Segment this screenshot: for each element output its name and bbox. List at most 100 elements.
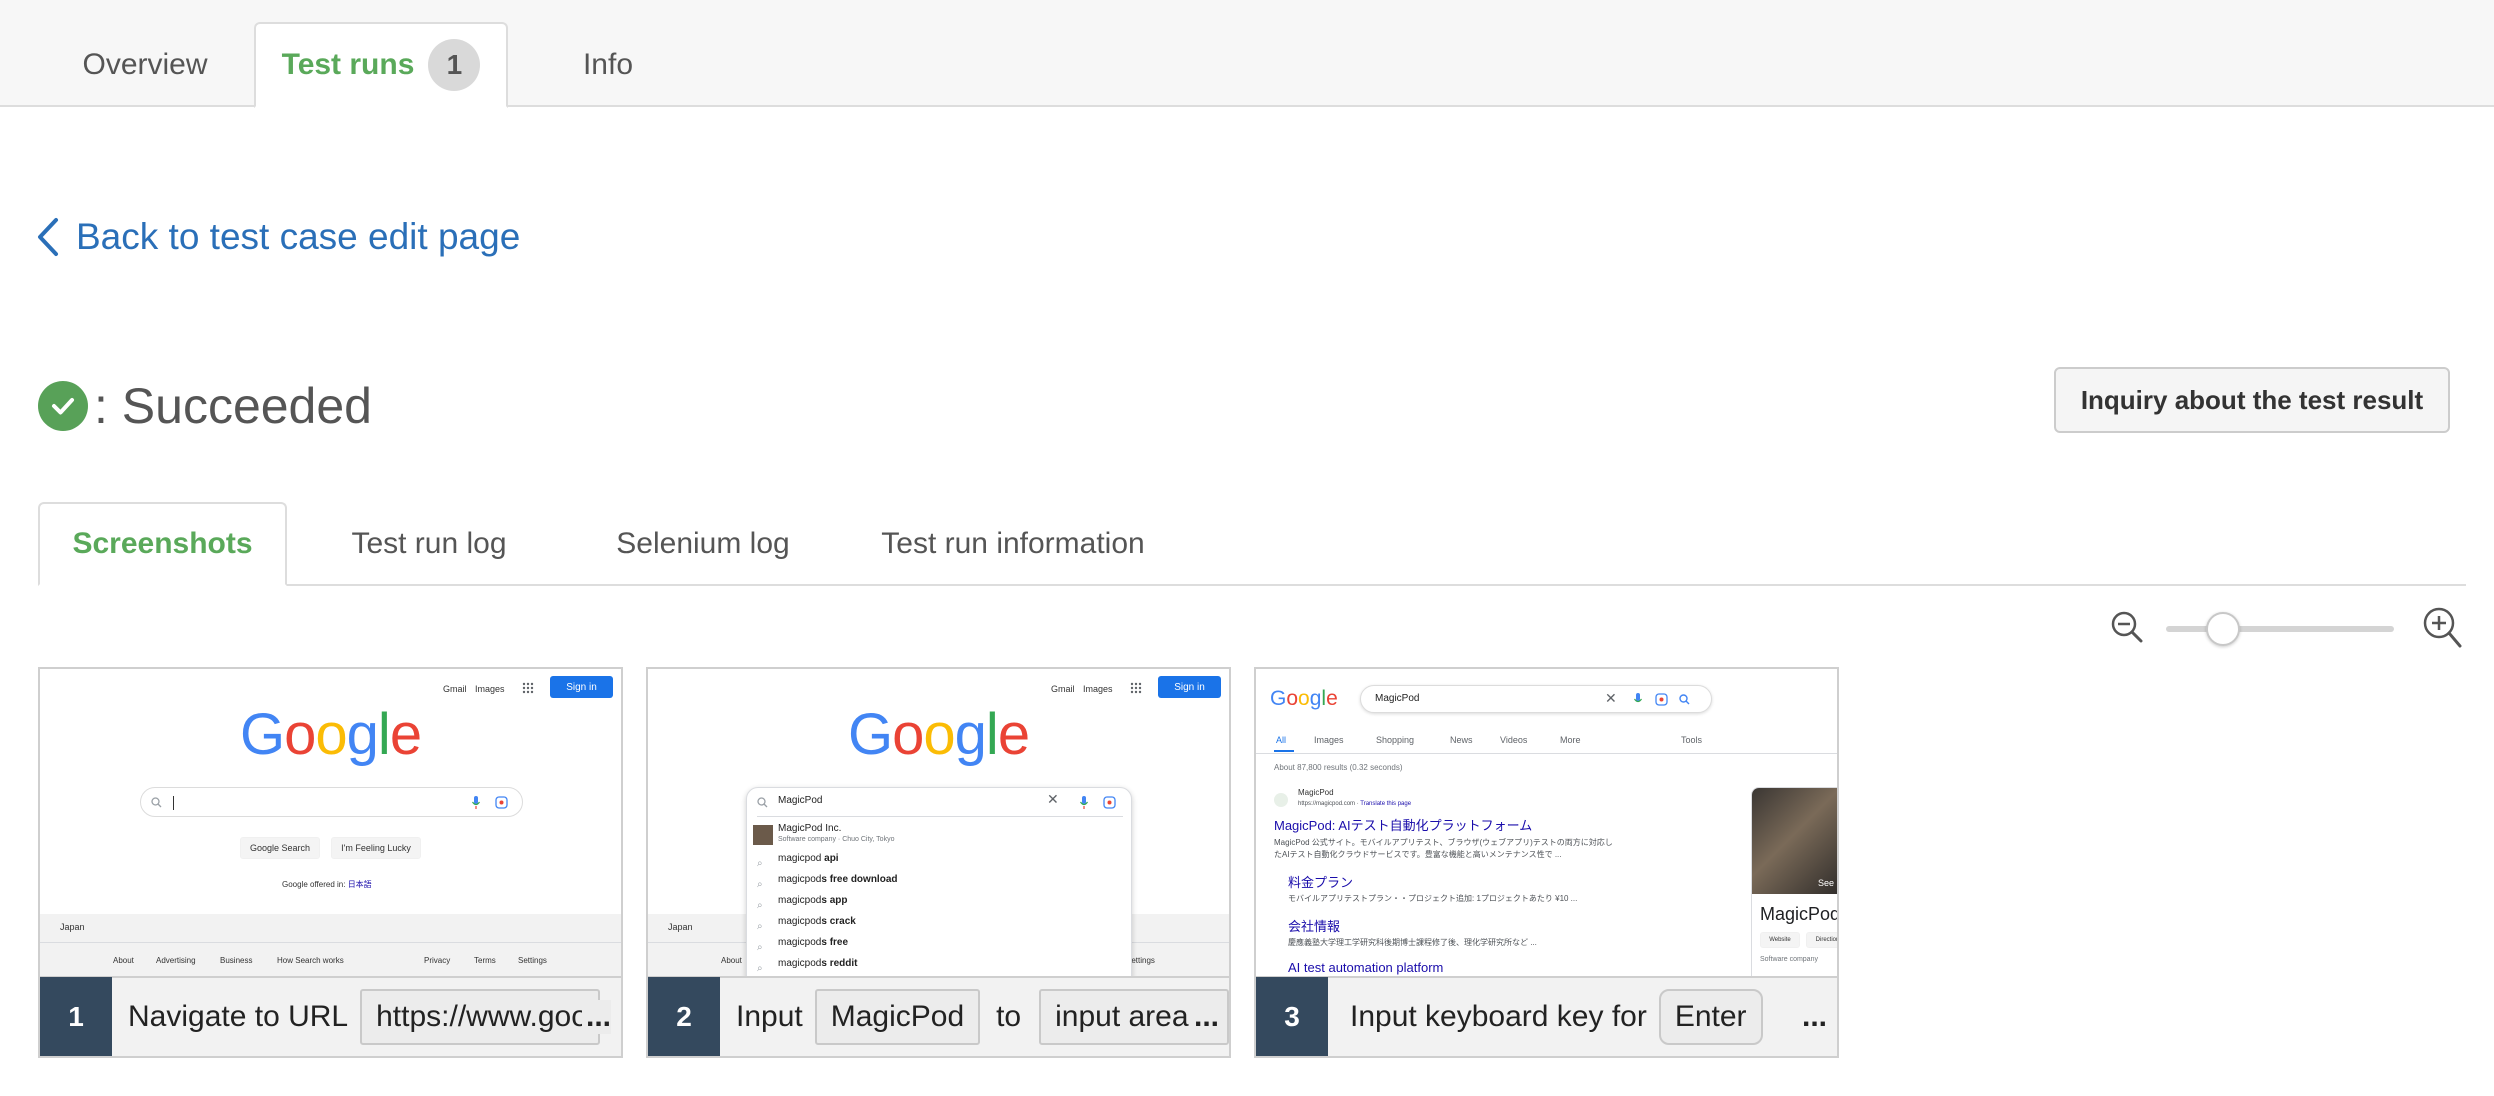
google-logo: Google [1270, 687, 1338, 710]
status-text: : Succeeded [94, 378, 372, 434]
thumb-offered-in: Google offered in: 日本語 [282, 880, 372, 889]
lens-icon [495, 796, 508, 809]
thumb-images-link: Images [1083, 684, 1113, 694]
thumb-footer-link: Business [220, 956, 253, 965]
step-param-value: MagicPod [814, 989, 981, 1045]
thumb-result-stats: About 87,800 results (0.32 seconds) [1274, 763, 1403, 772]
mic-icon [1634, 693, 1642, 703]
step-command: Input keyboard key for [1350, 1000, 1647, 1033]
screenshot-card-1[interactable]: Gmail Images Sign in Google Google Searc… [38, 667, 623, 1058]
thumb-sublink-title: 料金プラン [1288, 875, 1354, 890]
thumb-google-search-button: Google Search [240, 837, 320, 859]
thumb-gmail-link: Gmail [443, 684, 467, 694]
run-status: : Succeeded [38, 378, 372, 434]
step-param-url: https://www.google.co.jp/ [360, 989, 601, 1045]
thumb-footer-link: Privacy [424, 956, 451, 965]
zoom-out-icon[interactable] [2110, 610, 2146, 651]
thumb-gmail-link: Gmail [1051, 684, 1075, 694]
inquiry-button[interactable]: Inquiry about the test result [2054, 367, 2450, 433]
thumb-autocomplete-dropdown: MagicPod ✕ MagicPod Inc. Software compan… [746, 787, 1132, 976]
thumb-panel-website: Website [1760, 932, 1800, 948]
thumb-sublink-desc: モバイルアプリテストプラン・・プロジェクト追加: 1プロジェクトあたり ¥10 … [1288, 894, 1578, 903]
thumb-suggestion: ⌕ magicpods app [757, 895, 848, 911]
lens-icon [1103, 796, 1116, 809]
tab-info-label: Info [582, 48, 634, 81]
top-tab-bar: Overview Test runs 1 Info [0, 0, 2494, 108]
step-caption: 2 Input MagicPod to input area ... [648, 976, 1229, 1056]
step-command: Input [736, 1000, 803, 1033]
thumb-panel-name: MagicPod [1760, 904, 1837, 924]
mic-icon [472, 796, 480, 809]
thumb-footer-link: About [721, 956, 742, 965]
apps-grid-icon [1130, 682, 1142, 694]
tab-test-run-information[interactable]: Test run information [838, 502, 1188, 586]
tab-screenshots[interactable]: Screenshots [38, 502, 287, 586]
zoom-slider-track[interactable] [2166, 626, 2394, 632]
thumb-images-link: Images [475, 684, 505, 694]
step-more-ellipsis[interactable]: ... [1802, 1000, 1827, 1034]
step-number: 3 [1256, 977, 1328, 1056]
back-to-edit-link[interactable]: Back to test case edit page [36, 212, 520, 262]
thumb-result-tab: Shopping [1376, 735, 1415, 745]
thumb-search-box [140, 787, 523, 817]
thumb-footer-link: How Search works [277, 956, 344, 965]
thumb-lucky-button: I'm Feeling Lucky [331, 837, 421, 859]
thumb-suggestion: ⌕ magicpods free download [757, 874, 898, 890]
thumb-footer-link: About [113, 956, 134, 965]
thumb-site-name: MagicPod [1298, 788, 1334, 797]
screenshot-card-3[interactable]: Google MagicPod ✕ All Images Shopping Ne… [1254, 667, 1839, 1058]
thumb-country: Japan [668, 922, 693, 932]
thumb-suggestion: ⌕ magicpods free [757, 937, 849, 953]
google-logo: Google [848, 702, 1030, 767]
thumb-footer-link: Advertising [156, 956, 196, 965]
close-icon: ✕ [1047, 791, 1059, 807]
thumb-search-box: MagicPod ✕ [1360, 685, 1712, 713]
zoom-in-icon[interactable] [2422, 606, 2464, 655]
thumb-result-tab: Videos [1500, 735, 1528, 745]
thumb-company-sub: Software company · Chuo City, Tokyo [778, 836, 895, 843]
step-number: 2 [648, 977, 720, 1056]
tab-overview[interactable]: Overview [52, 22, 238, 108]
step-caption: 3 Input keyboard key for Enter ... [1256, 976, 1837, 1056]
thumb-result-tab: News [1450, 735, 1473, 745]
close-icon: ✕ [1605, 690, 1617, 706]
thumb-tools: Tools [1681, 735, 1703, 745]
thumb-signin-button: Sign in [550, 676, 613, 698]
tab-test-runs-label: Test runs [281, 48, 415, 81]
thumb-footer-link: Terms [474, 956, 496, 965]
thumb-sublink-desc: 慶應義塾大学理工学研究科後期博士課程修了後、理化学研究所など ... [1288, 938, 1537, 947]
thumb-result-desc: たAIテスト自動化クラウドサービスです。豊富な機能と高いメンテナンス性で ... [1274, 850, 1562, 859]
thumb-sublink-title: 会社情報 [1288, 919, 1341, 934]
thumb-result-title: MagicPod: AIテスト自動化プラットフォーム [1274, 818, 1533, 833]
thumb-country: Japan [60, 922, 85, 932]
screenshot-thumbnail: Gmail Images Sign in Google Google Searc… [40, 669, 621, 976]
thumb-signin-button: Sign in [1158, 676, 1221, 698]
zoom-slider-thumb[interactable] [2206, 612, 2240, 646]
tab-info[interactable]: Info [548, 22, 668, 108]
content-tab-bar: Screenshots Test run log Selenium log Te… [38, 502, 2466, 586]
tab-test-runs[interactable]: Test runs 1 [254, 22, 508, 108]
thumb-panel-see: See [1818, 878, 1835, 888]
search-icon [151, 797, 162, 808]
apps-grid-icon [522, 682, 534, 694]
tab-overview-label: Overview [82, 48, 208, 81]
tab-test-run-log[interactable]: Test run log [314, 502, 544, 586]
step-more-ellipsis[interactable]: ... [1189, 1000, 1219, 1034]
company-thumbnail [753, 825, 773, 845]
screenshot-thumbnail: Gmail Images Sign in Google Japan About … [648, 669, 1229, 976]
step-more-ellipsis[interactable]: ... [581, 1000, 611, 1034]
screenshot-thumbnail: Google MagicPod ✕ All Images Shopping Ne… [1256, 669, 1837, 976]
thumb-suggestion: ⌕ magicpods reddit [757, 958, 858, 974]
thumb-panel-type: Software company [1760, 956, 1818, 963]
thumb-footer-link: Settings [518, 956, 547, 965]
screenshot-card-2[interactable]: Gmail Images Sign in Google Japan About … [646, 667, 1231, 1058]
chevron-left-icon [38, 218, 58, 256]
lens-icon [1655, 693, 1668, 706]
search-icon [757, 797, 768, 808]
thumb-knowledge-panel: See MagicPod Website Directions Software… [1751, 787, 1837, 976]
thumb-result-desc: MagicPod 公式サイト。モバイルアプリテスト、ブラウザ(ウェブアプリ)テス… [1274, 838, 1613, 847]
step-command-to: to [996, 1000, 1022, 1033]
tab-selenium-log[interactable]: Selenium log [578, 502, 828, 586]
thumb-footer: Japan About Advertising Business How Sea… [40, 914, 621, 976]
thumb-sublink-title: AI test automation platform [1288, 960, 1444, 975]
